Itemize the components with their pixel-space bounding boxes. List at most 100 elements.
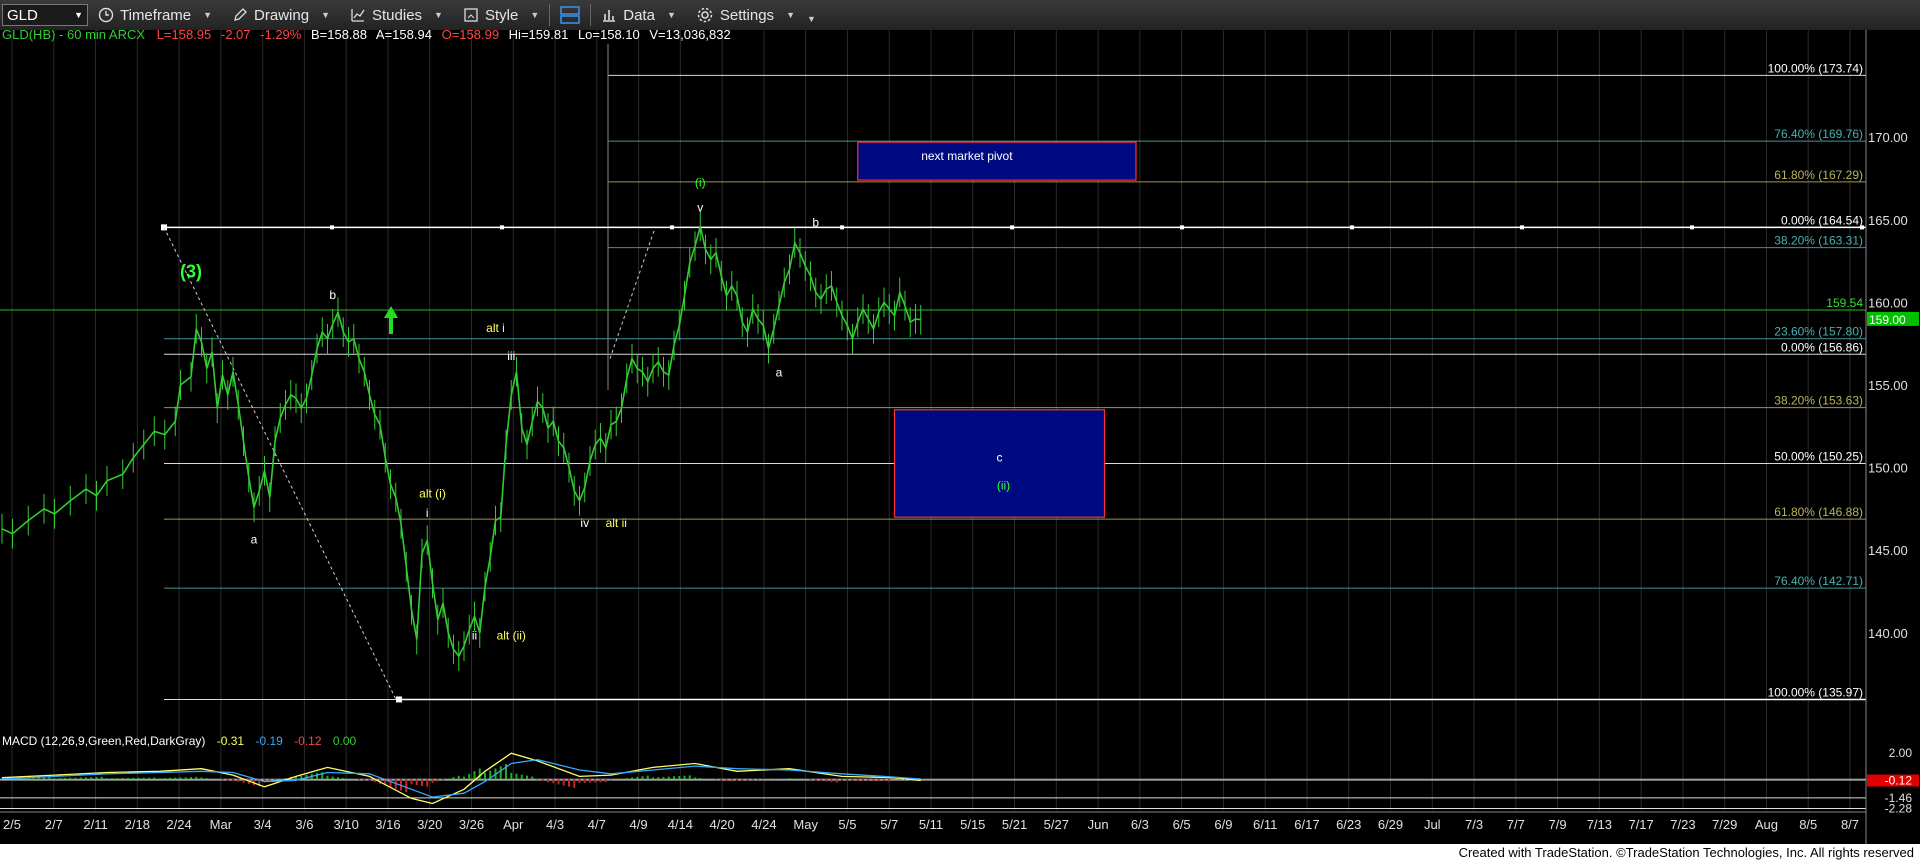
y-tick-label: 160.00 xyxy=(1868,295,1908,310)
macd-last-label: -0.12 xyxy=(1885,774,1913,788)
macd-tick-label: -2.28 xyxy=(1885,801,1913,815)
x-tick-label: 7/3 xyxy=(1465,817,1483,832)
fib-label: 100.00% (173.74) xyxy=(1768,61,1863,75)
fib-label: 23.60% (157.80) xyxy=(1774,325,1863,339)
x-tick-label: 6/3 xyxy=(1131,817,1149,832)
style-icon xyxy=(464,8,478,22)
x-tick-label: 6/5 xyxy=(1173,817,1191,832)
x-tick-label: May xyxy=(793,817,818,832)
header-ask: A=158.94 xyxy=(376,30,432,42)
x-tick-label: 2/24 xyxy=(166,817,191,832)
chevron-down-icon[interactable]: ▼ xyxy=(74,10,83,20)
header-volume: V=13,036,832 xyxy=(649,30,730,42)
x-tick-label: 3/4 xyxy=(254,817,272,832)
macd-header: MACD (12,26,9,Green,Red,DarkGray) -0.31 … xyxy=(2,734,357,748)
zone-label: next market pivot xyxy=(921,149,1013,163)
x-tick-label: 4/3 xyxy=(546,817,564,832)
caret-down-icon: ▼ xyxy=(321,10,330,20)
x-tick-label: 8/7 xyxy=(1841,817,1859,832)
data-label: Data xyxy=(623,6,655,24)
x-tick-label: 7/17 xyxy=(1628,817,1653,832)
more-icon[interactable]: ▼ xyxy=(807,14,816,24)
anchor-marker xyxy=(396,696,402,703)
diamond-marker xyxy=(1520,225,1524,230)
diamond-marker xyxy=(1010,225,1014,230)
header-change-pct: -1.29% xyxy=(260,30,302,42)
x-tick-label: 4/9 xyxy=(630,817,648,832)
style-menu[interactable]: Style ▼ xyxy=(453,0,549,30)
price-chart[interactable]: 100.00% (173.74) 76.40% (169.76) 61.80% (1… xyxy=(0,30,1920,844)
style-label: Style xyxy=(484,6,519,24)
y-tick-label: 150.00 xyxy=(1868,461,1908,476)
caret-down-icon: ▼ xyxy=(203,10,213,20)
fib-label: 61.80% (146.88) xyxy=(1774,505,1863,519)
x-tick-label: 6/11 xyxy=(1253,817,1277,832)
x-tick-label: 7/13 xyxy=(1587,817,1612,832)
x-tick-label: 2/7 xyxy=(45,817,63,832)
diamond-marker xyxy=(840,225,844,230)
macd-name: MACD (12,26,9,Green,Red,DarkGray) xyxy=(2,734,205,748)
timeframe-menu[interactable]: Timeframe ▼ xyxy=(88,0,222,30)
fib-label: 0.00% (164.54) xyxy=(1781,213,1863,227)
header-high: Hi=159.81 xyxy=(509,30,569,42)
x-tick-label: Jul xyxy=(1424,817,1441,832)
fib-label: 61.80% (167.29) xyxy=(1774,168,1863,182)
header-change: -2.07 xyxy=(221,30,251,42)
macd-value-4: 0.00 xyxy=(333,734,357,748)
x-tick-label: 4/7 xyxy=(588,817,606,832)
x-tick-label: 4/24 xyxy=(751,817,776,832)
bar-chart-icon xyxy=(603,10,616,22)
layout-button[interactable] xyxy=(550,0,590,30)
x-tick-label: 2/5 xyxy=(3,817,21,832)
x-tick-label: 2/11 xyxy=(83,817,107,832)
symbol-value: GLD xyxy=(7,6,38,24)
fib-label: 50.00% (150.25) xyxy=(1774,449,1863,463)
studies-menu[interactable]: Studies ▼ xyxy=(340,0,453,30)
wave-label: v xyxy=(697,201,703,215)
x-tick-label: 5/7 xyxy=(880,817,898,832)
x-tick-label: Aug xyxy=(1755,817,1778,832)
zone-label: (ii) xyxy=(997,478,1010,492)
diamond-marker xyxy=(1860,225,1864,230)
x-tick-label: 2/18 xyxy=(125,817,150,832)
toolbar: GLD ▼ Timeframe ▼ Drawing ▼ Studies ▼ St… xyxy=(0,0,1920,31)
diamond-marker xyxy=(330,225,334,230)
x-tick-label: Apr xyxy=(503,817,524,832)
x-tick-label: 3/26 xyxy=(459,817,484,832)
x-tick-label: Jun xyxy=(1088,817,1109,832)
x-tick-label: 5/21 xyxy=(1002,817,1027,832)
caret-down-icon: ▼ xyxy=(530,10,540,20)
y-tick-label: 140.00 xyxy=(1868,626,1908,641)
wave-label: iv xyxy=(580,516,589,530)
x-tick-label: 5/27 xyxy=(1044,817,1069,832)
drawing-label: Drawing xyxy=(254,6,310,24)
wave-label: b xyxy=(812,215,819,229)
fib-label: 38.20% (163.31) xyxy=(1774,234,1863,248)
layout-icon xyxy=(560,6,581,24)
wave-label: i xyxy=(426,506,429,520)
macd-tick-label: 2.00 xyxy=(1889,746,1913,760)
x-tick-label: 4/14 xyxy=(668,817,693,832)
settings-menu[interactable]: Settings ▼ ▼ xyxy=(686,0,826,30)
x-tick-label: 5/15 xyxy=(960,817,985,832)
symbol-field[interactable]: GLD ▼ xyxy=(2,4,88,26)
x-tick-label: 5/5 xyxy=(838,817,856,832)
wave-label: (3) xyxy=(180,262,202,282)
header-bid: B=158.88 xyxy=(311,30,367,42)
wave-label: iii xyxy=(507,349,515,363)
fib-label: 100.00% (135.97) xyxy=(1768,685,1863,699)
fib-label: 76.40% (142.71) xyxy=(1774,574,1863,588)
wave-label: ii xyxy=(472,628,477,642)
y-tick-label: 145.00 xyxy=(1868,543,1908,558)
drawing-menu[interactable]: Drawing ▼ xyxy=(222,0,340,30)
diamond-marker xyxy=(1180,225,1184,230)
wave-label: (i) xyxy=(695,176,706,190)
x-tick-label: 4/20 xyxy=(709,817,734,832)
y-tick-label: 165.00 xyxy=(1868,213,1908,228)
data-menu[interactable]: Data ▼ xyxy=(591,0,686,30)
x-tick-label: 6/9 xyxy=(1214,817,1232,832)
x-tick-label: 3/16 xyxy=(375,817,400,832)
macd-value-3: -0.12 xyxy=(294,734,322,748)
x-tick-label: 7/7 xyxy=(1507,817,1525,832)
chart-header: GLD(HB) - 60 min ARCX L=158.95 -2.07 -1.… xyxy=(2,30,731,42)
